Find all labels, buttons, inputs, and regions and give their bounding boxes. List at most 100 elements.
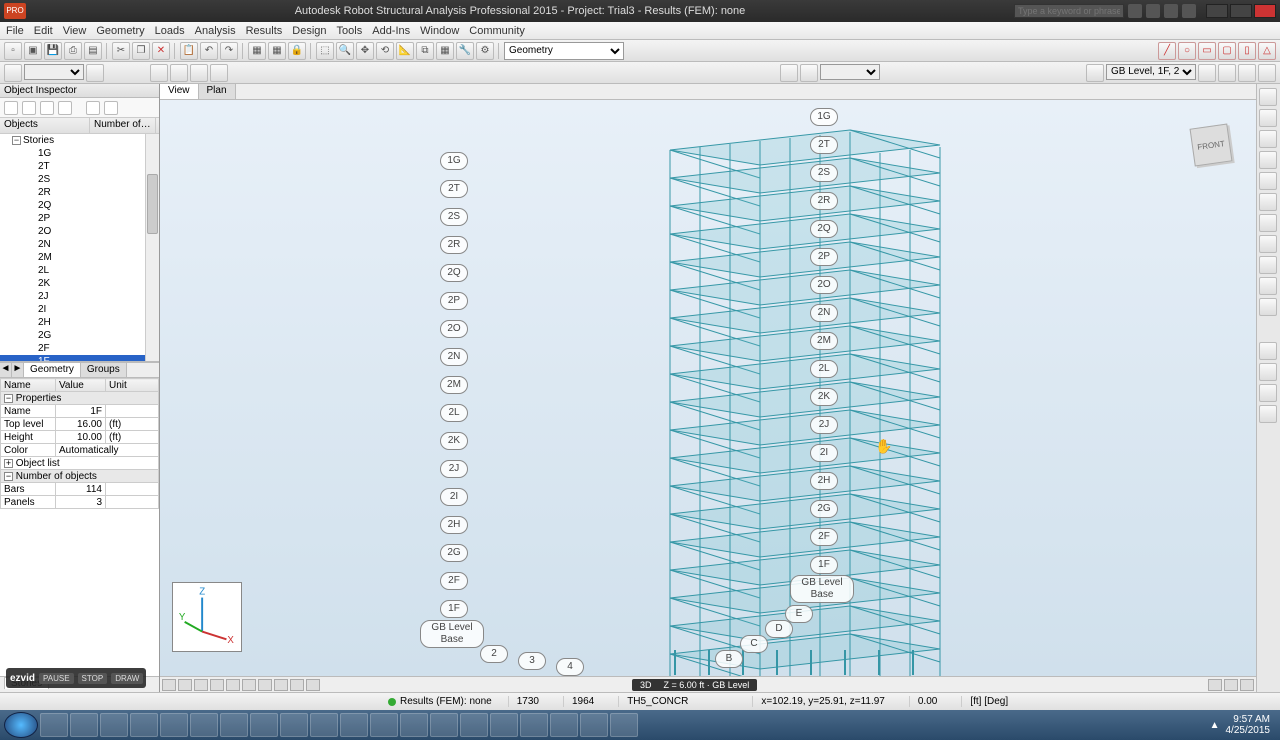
- vs-btn8[interactable]: [274, 679, 288, 691]
- cylinder-shape-icon[interactable]: ▯: [1238, 42, 1256, 60]
- rt-bar-icon[interactable]: [1259, 109, 1277, 127]
- view-btn3-icon[interactable]: [1238, 64, 1256, 82]
- measure-icon[interactable]: 📐: [396, 42, 414, 60]
- help-search-input[interactable]: [1014, 4, 1124, 18]
- tree-item[interactable]: 2L: [0, 264, 159, 277]
- task-item[interactable]: [100, 713, 128, 737]
- task-item[interactable]: [370, 713, 398, 737]
- oi-tool1-icon[interactable]: [4, 101, 18, 115]
- recorder-pause[interactable]: PAUSE: [39, 673, 74, 684]
- props-h-unit[interactable]: Unit: [106, 379, 159, 392]
- prop-height-value[interactable]: 10.00: [56, 431, 106, 444]
- tree-item[interactable]: 2O: [0, 225, 159, 238]
- rt-opening-icon[interactable]: [1259, 235, 1277, 253]
- rt-load-icon[interactable]: [1259, 298, 1277, 316]
- help-icon[interactable]: [1182, 4, 1196, 18]
- menu-tools[interactable]: Tools: [337, 25, 363, 37]
- rt-wall-icon[interactable]: [1259, 193, 1277, 211]
- col-objects[interactable]: Objects: [0, 118, 90, 133]
- pan-icon[interactable]: ✥: [356, 42, 374, 60]
- print-icon[interactable]: ⎙: [64, 42, 82, 60]
- task-item[interactable]: [460, 713, 488, 737]
- delete-icon[interactable]: ✕: [152, 42, 170, 60]
- menu-community[interactable]: Community: [469, 25, 525, 37]
- menu-view[interactable]: View: [63, 25, 87, 37]
- task-item[interactable]: [40, 713, 68, 737]
- geometry-select[interactable]: Geometry: [504, 42, 624, 60]
- tree-item[interactable]: 2F: [0, 342, 159, 355]
- view-btn1-icon[interactable]: [1198, 64, 1216, 82]
- task-item[interactable]: [400, 713, 428, 737]
- canvas-3d[interactable]: 1G2T2S2R2Q2P2O2N2M2L2K2J2I2H2G2F1F 1G2T2…: [160, 100, 1256, 676]
- rt-section-icon[interactable]: [1259, 363, 1277, 381]
- rt-slab-icon[interactable]: [1259, 214, 1277, 232]
- vs-btn6[interactable]: [242, 679, 256, 691]
- square-shape-icon[interactable]: ▢: [1218, 42, 1236, 60]
- select-icon[interactable]: [800, 64, 818, 82]
- tree-item[interactable]: 2P: [0, 212, 159, 225]
- cursor-select[interactable]: [24, 64, 84, 80]
- view-btn4-icon[interactable]: [1258, 64, 1276, 82]
- tree-item-selected[interactable]: 1F: [0, 355, 159, 362]
- grid-icon[interactable]: ▦: [268, 42, 286, 60]
- vs-right1[interactable]: [1208, 679, 1222, 691]
- task-item[interactable]: [160, 713, 188, 737]
- menu-geometry[interactable]: Geometry: [96, 25, 144, 37]
- menu-file[interactable]: File: [6, 25, 24, 37]
- level-select[interactable]: GB Level, 1F, 2F, 2G…: [1106, 64, 1196, 80]
- task-item[interactable]: [280, 713, 308, 737]
- tab-groups[interactable]: Groups: [81, 363, 127, 377]
- paste-icon[interactable]: 📋: [180, 42, 198, 60]
- new-icon[interactable]: ▫: [4, 42, 22, 60]
- vs-btn10[interactable]: [306, 679, 320, 691]
- star-icon[interactable]: [1146, 4, 1160, 18]
- curve-icon[interactable]: [150, 64, 168, 82]
- tree-item[interactable]: 2M: [0, 251, 159, 264]
- copy-icon[interactable]: ❐: [132, 42, 150, 60]
- task-item[interactable]: [130, 713, 158, 737]
- tree-scrollbar[interactable]: [145, 134, 159, 361]
- tree-item[interactable]: 2R: [0, 186, 159, 199]
- tab-nav-right[interactable]: ►: [12, 363, 24, 377]
- open-icon[interactable]: ▣: [24, 42, 42, 60]
- props-h-name[interactable]: Name: [1, 379, 56, 392]
- tree-item[interactable]: 2S: [0, 173, 159, 186]
- menu-design[interactable]: Design: [292, 25, 326, 37]
- task-item[interactable]: [310, 713, 338, 737]
- menu-results[interactable]: Results: [246, 25, 283, 37]
- task-item[interactable]: [70, 713, 98, 737]
- tab-view[interactable]: View: [160, 84, 199, 99]
- minimize-button[interactable]: [1206, 4, 1228, 18]
- prop-color-value[interactable]: Automatically: [56, 444, 159, 457]
- vs-btn5[interactable]: [226, 679, 240, 691]
- tab-nav-left[interactable]: ◄: [0, 363, 12, 377]
- object-tree[interactable]: −Stories 1G 2T 2S 2R 2Q 2P 2O 2N 2M 2L 2…: [0, 134, 159, 362]
- filter-icon[interactable]: [780, 64, 798, 82]
- rt-thickness-icon[interactable]: [1259, 384, 1277, 402]
- vs-right3[interactable]: [1240, 679, 1254, 691]
- ezvid-recorder[interactable]: ezvid PAUSE STOP DRAW: [6, 668, 146, 688]
- task-item[interactable]: [580, 713, 608, 737]
- nav-cube-face[interactable]: FRONT: [1190, 124, 1233, 167]
- oi-refresh-icon[interactable]: [104, 101, 118, 115]
- vs-btn9[interactable]: [290, 679, 304, 691]
- oi-search-icon[interactable]: [86, 101, 100, 115]
- settings-icon[interactable]: ⚙: [476, 42, 494, 60]
- redo-icon[interactable]: ↷: [220, 42, 238, 60]
- tree-item[interactable]: 2T: [0, 160, 159, 173]
- cut-icon[interactable]: ✂: [112, 42, 130, 60]
- task-item[interactable]: [250, 713, 278, 737]
- display-icon[interactable]: [170, 64, 188, 82]
- oi-tool4-icon[interactable]: [58, 101, 72, 115]
- menu-loads[interactable]: Loads: [155, 25, 185, 37]
- tab-geometry[interactable]: Geometry: [24, 363, 81, 377]
- task-item[interactable]: [610, 713, 638, 737]
- rt-support-icon[interactable]: [1259, 256, 1277, 274]
- zoom-window-icon[interactable]: ⬚: [316, 42, 334, 60]
- line-shape-icon[interactable]: ╱: [1158, 42, 1176, 60]
- tree-item[interactable]: 2H: [0, 316, 159, 329]
- tree-stories[interactable]: −Stories: [0, 134, 159, 147]
- menu-analysis[interactable]: Analysis: [195, 25, 236, 37]
- start-button[interactable]: [4, 712, 38, 738]
- task-item[interactable]: [520, 713, 548, 737]
